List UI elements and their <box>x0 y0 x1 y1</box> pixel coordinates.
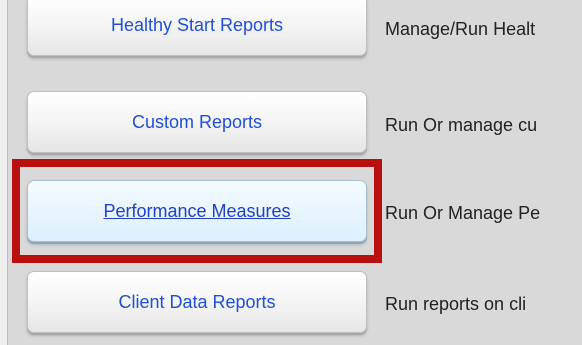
performance-measures-description: Run Or Manage Pe <box>385 203 541 223</box>
performance-measures-button[interactable]: Performance Measures <box>27 180 367 242</box>
performance-measures-label: Performance Measures <box>103 200 291 221</box>
report-row-custom: Custom Reports Run Or manage cu <box>0 91 582 161</box>
healthy-start-description: Manage/Run Healt <box>385 19 536 39</box>
custom-reports-label: Custom Reports <box>131 111 263 132</box>
client-data-description: Run reports on cli <box>385 294 527 314</box>
report-row-performance-measures: Performance Measures Run Or Manage Pe <box>0 180 582 250</box>
healthy-start-reports-label: Healthy Start Reports <box>110 14 284 35</box>
report-row-client-data: Client Data Reports Run reports on cli <box>0 271 582 341</box>
custom-reports-description: Run Or manage cu <box>385 115 538 135</box>
client-data-reports-label: Client Data Reports <box>118 291 276 312</box>
report-row-healthy-start: Healthy Start Reports Manage/Run Healt <box>0 0 582 64</box>
custom-reports-button[interactable]: Custom Reports <box>27 91 367 153</box>
healthy-start-reports-button[interactable]: Healthy Start Reports <box>27 0 367 56</box>
client-data-reports-button[interactable]: Client Data Reports <box>27 271 367 333</box>
